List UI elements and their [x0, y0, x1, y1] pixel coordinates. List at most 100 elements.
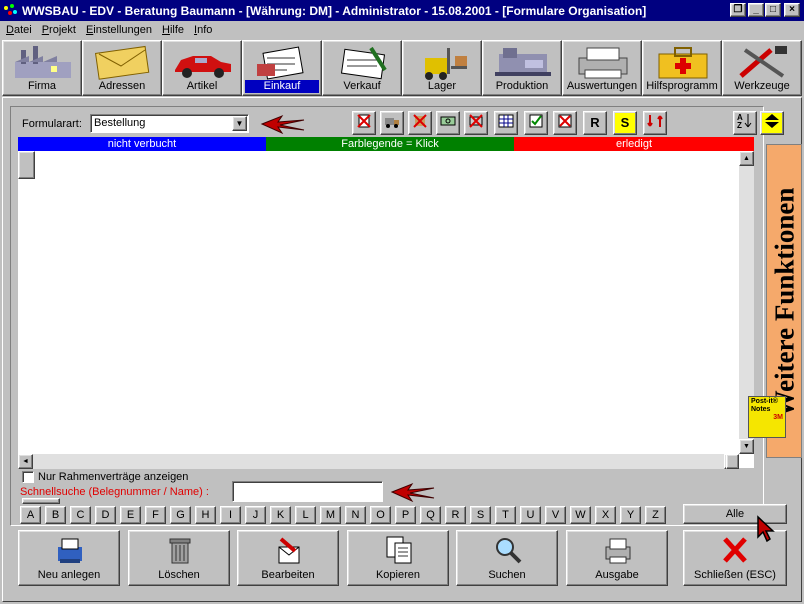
letter-k-button[interactable]: K — [270, 506, 291, 524]
menu-hilfe[interactable]: Hilfe — [162, 24, 184, 36]
menu-bar: Datei Projekt Einstellungen Hilfe Info — [0, 21, 804, 39]
checklist-icon[interactable] — [524, 111, 548, 135]
letter-l-button[interactable]: L — [295, 506, 316, 524]
letter-y-button[interactable]: Y — [620, 506, 641, 524]
toolbar-werkzeuge-button[interactable]: Werkzeuge — [722, 40, 802, 96]
production-icon — [495, 48, 551, 76]
s-filter-button[interactable]: S — [613, 111, 637, 135]
menu-info[interactable]: Info — [194, 24, 212, 36]
toolbar-adressen-button[interactable]: Adressen — [82, 40, 162, 96]
letter-n-button[interactable]: N — [345, 506, 366, 524]
horizontal-scrollbar[interactable]: ◄ ► — [18, 454, 739, 469]
legend-done[interactable]: erledigt — [514, 137, 754, 151]
menu-label-rest: ilfe — [169, 24, 185, 36]
sort-az-icon[interactable]: AZ — [733, 111, 757, 135]
toolbar-produktion-button[interactable]: Produktion — [482, 40, 562, 96]
letter-u-button[interactable]: U — [520, 506, 541, 524]
more-functions-label: Weitere Funktionen — [769, 187, 800, 417]
app-icon[interactable] — [4, 3, 18, 18]
toolbar-firma-button[interactable]: Firma — [2, 40, 82, 96]
legend-not-booked[interactable]: nicht verbucht — [18, 137, 266, 151]
cancel-payment-icon[interactable] — [464, 111, 488, 135]
formularart-label: Formularart: — [22, 118, 82, 130]
window-title: WWSBAU - EDV - Beratung Baumann - [Währu… — [22, 3, 647, 18]
letter-w-button[interactable]: W — [570, 506, 591, 524]
delete-box-icon[interactable] — [408, 111, 432, 135]
letter-e-button[interactable]: E — [120, 506, 141, 524]
toolbar-auswertungen-button[interactable]: Auswertungen — [562, 40, 642, 96]
menu-label-rest: rojekt — [49, 24, 76, 36]
letter-f-button[interactable]: F — [145, 506, 166, 524]
letter-t-button[interactable]: T — [495, 506, 516, 524]
suchen-button[interactable]: Suchen — [456, 530, 558, 586]
toolbar-einkauf-button[interactable]: Einkauf — [242, 40, 322, 96]
toolbar-hilfsprogramm-button[interactable]: Hilfsprogramm — [642, 40, 722, 96]
letter-p-button[interactable]: P — [395, 506, 416, 524]
r-filter-button[interactable]: R — [583, 111, 607, 135]
letter-v-button[interactable]: V — [545, 506, 566, 524]
toolbar-label: Auswertungen — [566, 80, 638, 92]
neu-anlegen-button[interactable]: Neu anlegen — [18, 530, 120, 586]
main-toolbar: Firma Adressen Artikel Einkauf Verkauf Lager P… — [2, 40, 802, 96]
truck-icon[interactable] — [380, 111, 404, 135]
letter-o-button[interactable]: O — [370, 506, 391, 524]
letter-r-button[interactable]: R — [445, 506, 466, 524]
letter-h-button[interactable]: H — [195, 506, 216, 524]
legend-click[interactable]: Farblegende = Klick — [266, 137, 514, 151]
kopieren-button[interactable]: Kopieren — [347, 530, 449, 586]
toolbar-lager-button[interactable]: Lager — [402, 40, 482, 96]
toolbar-label: Produktion — [495, 80, 549, 92]
letter-s-button[interactable]: S — [470, 506, 491, 524]
post-it-notes-button[interactable]: Post-it® Notes 3M — [748, 396, 786, 438]
letter-z-button[interactable]: Z — [645, 506, 666, 524]
document-grid[interactable] — [18, 151, 754, 468]
maximize-button[interactable]: □ — [765, 3, 781, 17]
title-bar: WWSBAU - EDV - Beratung Baumann - [Währu… — [0, 0, 804, 21]
letter-c-button[interactable]: C — [70, 506, 91, 524]
letter-a-button[interactable]: A — [20, 506, 41, 524]
restore-down-icon[interactable]: ❐ — [730, 3, 746, 17]
cancel-document-icon[interactable] — [352, 111, 376, 135]
money-icon[interactable] — [436, 111, 460, 135]
letter-i-button[interactable]: I — [220, 506, 241, 524]
search-input[interactable] — [232, 481, 383, 502]
menu-datei[interactable]: Datei — [6, 24, 32, 36]
row-selector[interactable] — [18, 151, 35, 179]
menu-label-rest: instellungen — [93, 24, 153, 36]
scroll-down-icon[interactable]: ▼ — [739, 439, 754, 454]
letter-q-button[interactable]: Q — [420, 506, 441, 524]
action-label: Bearbeiten — [261, 569, 315, 581]
new-record-icon — [58, 538, 82, 563]
sort-direction-icon[interactable] — [760, 111, 784, 135]
letter-d-button[interactable]: D — [95, 506, 116, 524]
minimize-button[interactable]: _ — [748, 3, 764, 17]
löschen-button[interactable]: Löschen — [128, 530, 230, 586]
letter-b-button[interactable]: B — [45, 506, 66, 524]
letter-g-button[interactable]: G — [170, 506, 191, 524]
letter-j-button[interactable]: J — [245, 506, 266, 524]
action-label: Kopieren — [375, 569, 421, 581]
toolbar-verkauf-button[interactable]: Verkauf — [322, 40, 402, 96]
formularart-dropdown[interactable]: Bestellung ▼ — [90, 114, 249, 133]
exchange-icon[interactable] — [643, 111, 667, 135]
menu-einstellungen[interactable]: Einstellungen — [86, 24, 152, 36]
menu-projekt[interactable]: Projekt — [42, 24, 76, 36]
ausgabe-button[interactable]: Ausgabe — [566, 530, 668, 586]
bearbeiten-button[interactable]: Bearbeiten — [237, 530, 339, 586]
scroll-left-icon[interactable]: ◄ — [18, 454, 33, 469]
resize-handle[interactable] — [22, 498, 60, 504]
letter-x-button[interactable]: X — [595, 506, 616, 524]
letter-m-button[interactable]: M — [320, 506, 341, 524]
rahmenvertraege-checkbox[interactable] — [22, 471, 34, 483]
action-label: Schließen (ESC) — [694, 569, 776, 581]
action-label: Suchen — [488, 569, 526, 581]
toolbar-artikel-button[interactable]: Artikel — [162, 40, 242, 96]
toolbar-label: Einkauf — [245, 80, 319, 93]
close-window-button[interactable]: × — [784, 3, 800, 17]
menu-label-rest: atei — [13, 24, 32, 36]
table-icon[interactable] — [494, 111, 518, 135]
edit-icon — [278, 537, 300, 564]
chevron-down-icon[interactable]: ▼ — [232, 116, 247, 131]
scroll-up-icon[interactable]: ▲ — [739, 151, 754, 166]
uncheck-icon[interactable] — [553, 111, 577, 135]
